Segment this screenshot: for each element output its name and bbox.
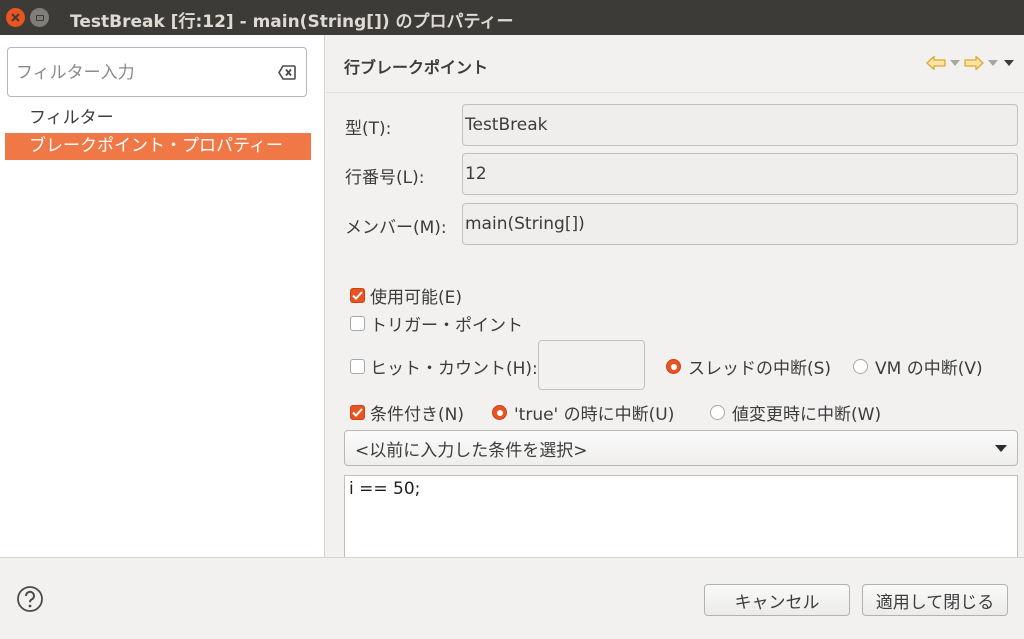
clear-filter-icon[interactable] <box>278 65 296 80</box>
suspend-when-changed-label: 値変更時に中断(W) <box>732 405 882 425</box>
enabled-label: 使用可能(E) <box>370 288 463 308</box>
sidebar: フィルター ブレークポイント・プロパティー <box>0 35 325 557</box>
conditional-label: 条件付き(N) <box>370 405 464 425</box>
chevron-down-icon <box>988 60 998 66</box>
condition-editor[interactable]: i == 50; <box>344 475 1018 557</box>
member-field[interactable]: main(String[]) <box>462 203 1018 245</box>
trigger-point-label: トリガー・ポイント <box>370 316 523 336</box>
help-icon[interactable] <box>16 585 44 613</box>
properties-page: 行ブレークポイント 型(T): TestBreak 行番号(L): 12 メンバ… <box>326 35 1024 557</box>
hit-count-input[interactable] <box>538 340 645 390</box>
button-bar: キャンセル 適用して閉じる <box>0 557 1024 639</box>
hit-count-label: ヒット・カウント(H): <box>370 359 538 379</box>
radio-unselected-icon <box>853 359 868 374</box>
condition-history-value: <以前に入力した条件を選択> <box>355 440 588 461</box>
dropdown-arrow-icon <box>995 445 1007 452</box>
conditional-checkbox[interactable]: 条件付き(N) <box>350 400 464 425</box>
enabled-checkbox[interactable]: 使用可能(E) <box>350 283 462 308</box>
window-icon <box>35 14 44 21</box>
page-header: 行ブレークポイント <box>326 35 1024 93</box>
checkbox-checked-icon <box>350 288 365 303</box>
trigger-point-checkbox[interactable]: トリガー・ポイント <box>350 311 523 336</box>
close-window-button[interactable] <box>6 8 25 27</box>
history-nav <box>926 55 1016 71</box>
radio-selected-icon <box>492 405 507 420</box>
window-title: TestBreak [行:12] - main(String[]) のプロパティ… <box>70 12 514 32</box>
radio-selected-icon <box>666 359 681 374</box>
minimize-window-button[interactable] <box>30 8 49 27</box>
title-bar: TestBreak [行:12] - main(String[]) のプロパティ… <box>0 0 1024 35</box>
line-number-label: 行番号(L): <box>345 168 425 188</box>
forward-arrow-icon[interactable] <box>964 55 984 71</box>
radio-unselected-icon <box>710 405 725 420</box>
suspend-thread-label: スレッドの中断(S) <box>688 359 832 379</box>
hit-count-checkbox[interactable]: ヒット・カウント(H): <box>350 354 538 379</box>
member-label: メンバー(M): <box>345 218 447 238</box>
close-icon <box>11 13 20 22</box>
back-arrow-icon[interactable] <box>926 55 946 71</box>
suspend-vm-label: VM の中断(V) <box>875 359 983 379</box>
checkbox-unchecked-icon <box>350 359 365 374</box>
page-title: 行ブレークポイント <box>344 58 489 77</box>
checkbox-checked-icon <box>350 405 365 420</box>
chevron-down-icon <box>950 60 960 66</box>
filter-box <box>7 47 307 97</box>
suspend-thread-radio[interactable]: スレッドの中断(S) <box>666 354 831 379</box>
filter-input[interactable] <box>16 60 271 86</box>
forward-dropdown-button[interactable] <box>986 55 1000 71</box>
apply-and-close-button[interactable]: 適用して閉じる <box>862 584 1008 616</box>
line-number-field[interactable]: 12 <box>462 153 1018 195</box>
view-menu-button[interactable] <box>1002 55 1016 71</box>
menu-down-icon <box>1004 60 1014 66</box>
suspend-vm-radio[interactable]: VM の中断(V) <box>853 354 983 379</box>
tree-item-breakpoint-properties[interactable]: ブレークポイント・プロパティー <box>5 133 311 160</box>
type-label: 型(T): <box>345 119 392 139</box>
condition-history-combo[interactable]: <以前に入力した条件を選択> <box>344 430 1018 466</box>
back-dropdown-button[interactable] <box>948 55 962 71</box>
checkbox-unchecked-icon <box>350 316 365 331</box>
suspend-when-true-label: 'true' の時に中断(U) <box>514 405 675 425</box>
cancel-button[interactable]: キャンセル <box>704 584 850 616</box>
suspend-when-true-radio[interactable]: 'true' の時に中断(U) <box>492 400 674 425</box>
suspend-when-changed-radio[interactable]: 値変更時に中断(W) <box>710 400 881 425</box>
type-field[interactable]: TestBreak <box>462 104 1018 146</box>
tree-item-filter[interactable]: フィルター <box>5 105 311 132</box>
